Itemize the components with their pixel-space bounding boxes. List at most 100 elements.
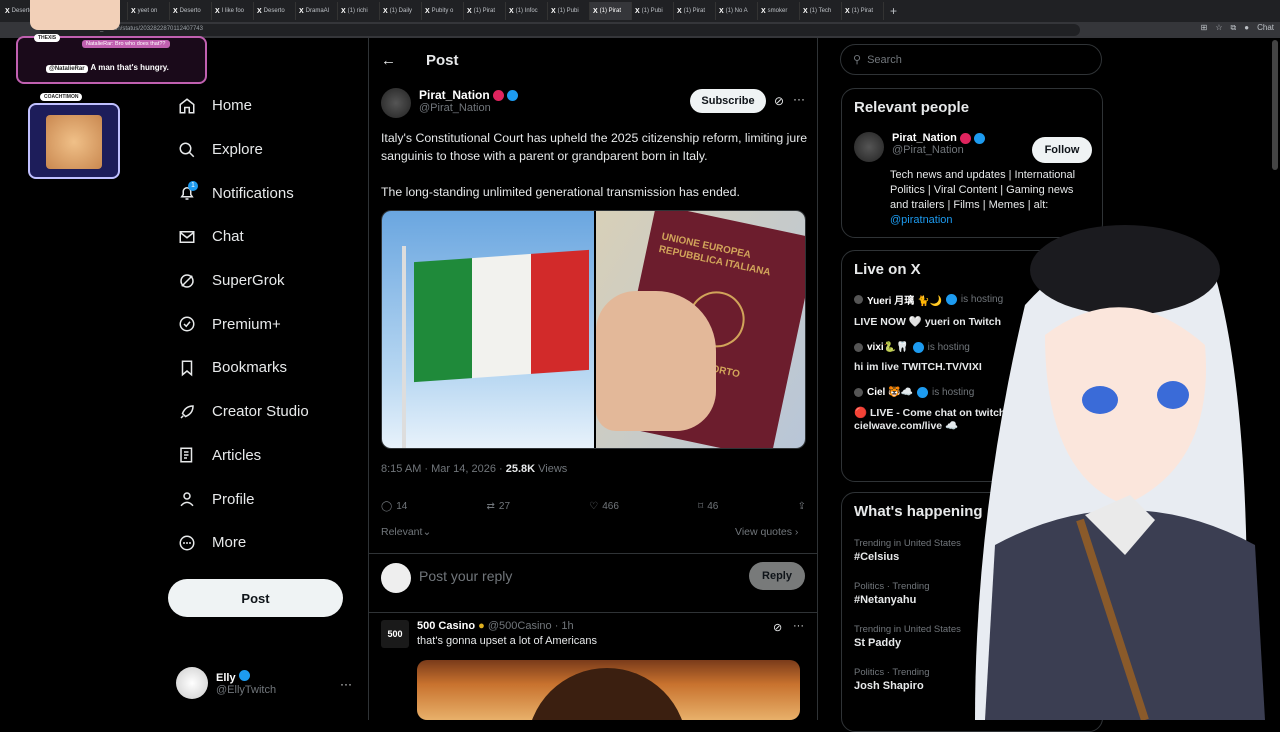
account-switcher[interactable]: Elly @EllyTwitch xyxy=(176,667,276,699)
x-logo-icon: X xyxy=(509,7,514,15)
post-text-paragraph-2: The long-standing unlimited generational… xyxy=(381,185,740,199)
star-icon[interactable]: ☆ xyxy=(1215,23,1222,33)
search-input[interactable]: ⚲ Search xyxy=(840,44,1102,75)
new-tab-icon[interactable]: + xyxy=(890,4,897,18)
nav-item-notifications[interactable]: 1 Notifications xyxy=(168,171,358,215)
tab-title: (1) Pirat xyxy=(473,8,496,14)
browser-tab[interactable]: X (1) Infoc xyxy=(506,2,548,20)
reply-button[interactable]: Reply xyxy=(749,562,805,590)
browser-tab[interactable]: X Deserto xyxy=(254,2,296,20)
x-logo-icon: X xyxy=(215,7,220,15)
compose-post-button[interactable]: Post xyxy=(168,579,343,617)
browser-tab[interactable]: X (1) No A xyxy=(716,2,758,20)
browser-tab[interactable]: Xsmoker xyxy=(758,2,800,20)
person-avatar[interactable] xyxy=(854,132,884,162)
view-quotes-link[interactable]: View quotes › xyxy=(735,526,798,538)
nav-item-label: Articles xyxy=(212,446,262,464)
subscribe-button[interactable]: Subscribe xyxy=(690,89,766,113)
author-handle[interactable]: @Pirat_Nation xyxy=(419,102,518,114)
browser-tab[interactable]: X (1) Pirat xyxy=(842,2,884,20)
chat-message-2: @NatalieRar A man that's hungry. xyxy=(46,63,169,73)
author-avatar[interactable] xyxy=(381,88,411,118)
author-name[interactable]: Pirat_Nation xyxy=(419,88,490,102)
italy-flag-image[interactable] xyxy=(382,211,594,448)
reply-author-name[interactable]: 500 Casino xyxy=(417,620,475,632)
more-options-icon[interactable]: ··· xyxy=(793,92,805,106)
repost-action[interactable]: ⇄ 27 xyxy=(487,501,511,512)
reply-action[interactable]: ◯ 14 xyxy=(381,501,407,512)
reply-avatar[interactable]: 500 xyxy=(381,620,409,648)
host-avatar xyxy=(854,343,863,352)
nav-item-more[interactable]: More xyxy=(168,521,358,565)
reply-more-icon[interactable]: ··· xyxy=(793,620,804,632)
nav-item-articles[interactable]: Articles xyxy=(168,434,358,478)
live-host-name: Yueri 月璃 🐈🌙 xyxy=(867,296,942,307)
reply-count: 14 xyxy=(396,501,408,512)
nav-item-bookmarks[interactable]: Bookmarks xyxy=(168,346,358,390)
follow-button[interactable]: Follow xyxy=(1032,137,1092,163)
browser-tab[interactable]: X (1) Pirat xyxy=(464,2,506,20)
reply-sort-dropdown[interactable]: Relevant⌄ xyxy=(381,526,431,538)
browser-tab[interactable]: X (1) Tech xyxy=(800,2,842,20)
profile-avatar[interactable]: ● xyxy=(1244,23,1249,33)
nav-item-label: Bookmarks xyxy=(212,359,288,377)
nav-item-explore[interactable]: Explore xyxy=(168,128,358,172)
reply-post[interactable]: 500 500 Casino ● @500Casino · 1h that's … xyxy=(381,620,597,648)
nav-item-profile[interactable]: Profile xyxy=(168,477,358,521)
passport-image[interactable]: UNIONE EUROPEA REPUBBLICA ITALIANA PASSA… xyxy=(594,211,805,448)
post-time[interactable]: 8:15 AM · Mar 14, 2026 · xyxy=(381,463,506,475)
nav-item-creator-studio[interactable]: Creator Studio xyxy=(168,390,358,434)
nav-item-chat[interactable]: Chat xyxy=(168,215,358,259)
x-logo-icon: X xyxy=(425,7,430,15)
person-handle[interactable]: @Pirat_Nation xyxy=(892,144,985,156)
browser-tab[interactable]: XI like foo xyxy=(212,2,254,20)
person-name-row: Pirat_Nation xyxy=(892,132,985,144)
browser-tab[interactable]: X DramaAl xyxy=(296,2,338,20)
bio-link[interactable]: @piratnation xyxy=(890,214,953,226)
account-more-icon[interactable]: ··· xyxy=(340,677,352,691)
extensions-icon[interactable]: ⧉ xyxy=(1231,23,1237,33)
back-arrow-icon[interactable]: ← xyxy=(381,52,396,69)
browser-tab[interactable]: X (1) Daily xyxy=(380,2,422,20)
composer-avatar xyxy=(381,563,411,593)
browser-tab[interactable]: X Pubity o xyxy=(422,2,464,20)
passport-header-text: UNIONE EUROPEA REPUBBLICA ITALIANA xyxy=(657,231,772,279)
tab-title: I like foo xyxy=(221,8,245,14)
browser-tab[interactable]: X (1) Pubi xyxy=(632,2,674,20)
grok-icon[interactable]: ⊘ xyxy=(774,94,784,108)
notification-badge: 1 xyxy=(188,181,198,192)
chat-user-chip: @NatalieRar xyxy=(46,65,88,73)
post-media[interactable]: UNIONE EUROPEA REPUBBLICA ITALIANA PASSA… xyxy=(381,210,806,449)
cast-icon[interactable]: ⊞ xyxy=(1201,23,1208,33)
tab-title: (1) Pirat xyxy=(851,8,874,14)
share-icon[interactable]: ⇪ xyxy=(798,501,806,512)
browser-chat-button[interactable]: Chat xyxy=(1257,23,1274,33)
browser-tab[interactable]: X (1) Pirat xyxy=(674,2,716,20)
browser-tab[interactable]: X (1) richi xyxy=(338,2,380,20)
tab-title: Pubity o xyxy=(431,8,454,14)
like-action[interactable]: ♡ 466 xyxy=(589,501,619,512)
tab-title: (1) Pirat xyxy=(683,8,706,14)
reply-input[interactable]: Post your reply xyxy=(419,568,512,584)
nav-item-supergrok[interactable]: SuperGrok xyxy=(168,259,358,303)
person-name[interactable]: Pirat_Nation xyxy=(892,132,957,144)
browser-tab[interactable]: Xyeet on xyxy=(128,2,170,20)
address-bar[interactable]: x.com/Pirat_Nation/status/20328228701124… xyxy=(40,24,1080,36)
post-author[interactable]: Pirat_Nation @Pirat_Nation xyxy=(381,88,518,118)
account-avatar xyxy=(176,667,208,699)
articles-icon xyxy=(180,447,193,463)
page-scrollbar[interactable] xyxy=(1272,40,1278,170)
browser-tab[interactable]: X Deserto xyxy=(170,2,212,20)
browser-tab[interactable]: X (1) Pubi xyxy=(548,2,590,20)
nav-item-premium[interactable]: Premium+ xyxy=(168,302,358,346)
browser-tab[interactable]: X (1) Pirat xyxy=(590,2,632,20)
bookmark-action[interactable]: ⌑ 46 xyxy=(698,501,718,512)
nav-item-home[interactable]: Home xyxy=(168,84,358,128)
verified-icon xyxy=(973,132,985,144)
reply-grok-icon[interactable]: ⊘ xyxy=(773,621,782,634)
reply-handle-time[interactable]: @500Casino · 1h xyxy=(488,620,574,632)
reply-media[interactable] xyxy=(417,660,800,720)
chat-message-1: NatalieRar: Bro who does that?? xyxy=(82,40,170,48)
reply-author-row: 500 Casino ● @500Casino · 1h xyxy=(417,620,597,632)
bookmark-count: 46 xyxy=(707,501,719,512)
